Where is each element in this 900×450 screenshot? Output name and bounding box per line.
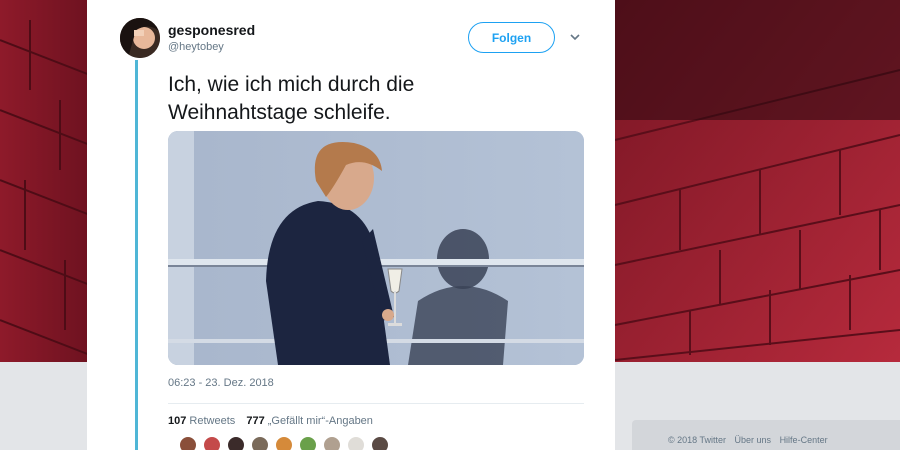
avatar-image <box>120 18 160 58</box>
footer-links: © 2018 Twitter Über uns Hilfe-Center <box>668 435 834 445</box>
media-image <box>168 131 584 365</box>
divider <box>168 403 584 404</box>
liker-avatar[interactable] <box>179 436 197 450</box>
liker-avatar[interactable] <box>275 436 293 450</box>
tweet-timestamp[interactable]: 06:23 - 23. Dez. 2018 <box>168 377 274 389</box>
tweet-text: Ich, wie ich mich durch die Weihnahtstag… <box>168 71 568 127</box>
like-count: 777 <box>246 415 265 427</box>
footer-link-about[interactable]: Über uns <box>735 435 772 445</box>
tweet-card: gesponesred @heytobey Folgen Ich, wie ic… <box>87 0 615 450</box>
chevron-down-icon[interactable] <box>568 30 582 44</box>
footer-copyright: © 2018 Twitter <box>668 435 726 445</box>
tweet-stats: 107 Retweets 777 „Gefällt mir“-Angaben <box>168 415 381 427</box>
tweet-media[interactable] <box>168 131 584 365</box>
liker-avatar[interactable] <box>299 436 317 450</box>
tweet-text-line-1: Ich, wie ich mich durch die <box>168 73 415 96</box>
footer-link-help[interactable]: Hilfe-Center <box>780 435 828 445</box>
liker-avatar[interactable] <box>203 436 221 450</box>
retweets-stat[interactable]: 107 Retweets <box>168 415 238 427</box>
likes-stat[interactable]: 777 „Gefällt mir“-Angaben <box>246 415 373 427</box>
retweet-label: Retweets <box>189 415 236 427</box>
tweet-text-line-2: Weihnahtstage schleife. <box>168 101 391 124</box>
thread-line <box>135 60 138 450</box>
author-name[interactable]: gesponesred <box>168 22 255 38</box>
liker-avatars <box>179 436 395 450</box>
author-handle[interactable]: @heytobey <box>168 41 224 53</box>
liker-avatar[interactable] <box>347 436 365 450</box>
liker-avatar[interactable] <box>251 436 269 450</box>
retweet-count: 107 <box>168 415 187 427</box>
follow-button[interactable]: Folgen <box>468 22 555 53</box>
avatar[interactable] <box>120 18 160 58</box>
liker-avatar[interactable] <box>323 436 341 450</box>
liker-avatar[interactable] <box>371 436 389 450</box>
like-label: „Gefällt mir“-Angaben <box>267 415 373 427</box>
liker-avatar[interactable] <box>227 436 245 450</box>
